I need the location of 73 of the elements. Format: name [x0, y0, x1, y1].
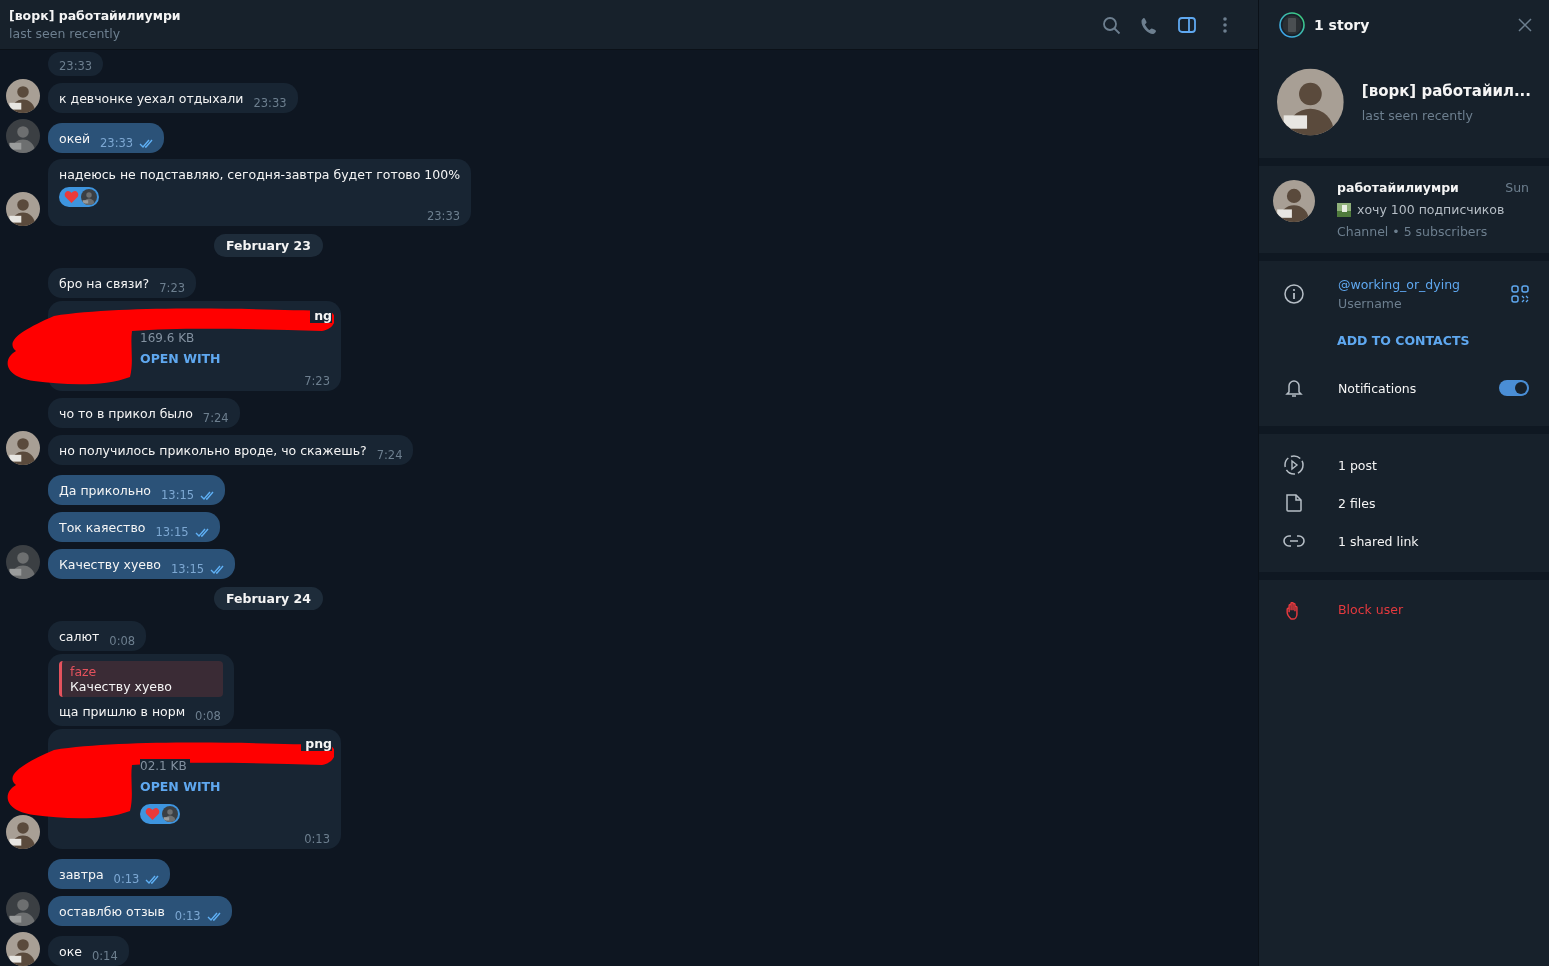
- chat-title: [ворк] работайилиумри: [9, 8, 182, 23]
- file-icon: [1283, 492, 1305, 514]
- open-with-link[interactable]: OPEN WITH: [140, 351, 221, 366]
- message-time: 23:33: [100, 136, 134, 150]
- message-text: надеюсь не подставляю, сегодня-завтра будет готово 100%: [59, 166, 461, 183]
- profile-status: last seen recently: [1361, 107, 1474, 123]
- message-time: 13:15: [155, 525, 189, 539]
- chat-status: last seen recently: [9, 26, 122, 41]
- username-label: Username: [1338, 296, 1403, 311]
- message-time: 0:08: [109, 634, 136, 648]
- close-icon[interactable]: [1517, 17, 1533, 33]
- block-user-link[interactable]: Block user: [1338, 602, 1404, 617]
- date-label: February 23: [214, 234, 324, 257]
- file-name: ng: [310, 308, 332, 323]
- heart-icon: [64, 190, 79, 204]
- message-text: оке: [59, 943, 82, 960]
- message-text: окей: [59, 130, 90, 147]
- bell-icon: [1283, 377, 1305, 399]
- message-time: 7:24: [376, 448, 403, 462]
- message-time: 23:33: [253, 96, 287, 110]
- media-link[interactable]: 1 post: [1338, 457, 1377, 473]
- reply-author: faze: [70, 664, 98, 679]
- story-ring-icon[interactable]: [1279, 12, 1305, 38]
- message-text: Ток каяество: [59, 519, 146, 536]
- message-time: 7:23: [159, 281, 186, 295]
- message-text: салют: [59, 628, 100, 645]
- search-icon[interactable]: [1101, 14, 1121, 35]
- open-with-link[interactable]: OPEN WITH: [140, 779, 221, 794]
- profile-name: [ворк] работайил...: [1361, 81, 1531, 100]
- add-to-contacts-link[interactable]: ADD TO CONTACTS: [1337, 333, 1470, 348]
- info-icon: [1283, 283, 1305, 305]
- reaction-chip[interactable]: [140, 804, 180, 824]
- channel-date: Sun: [1505, 180, 1529, 195]
- message-time: 7:23: [304, 374, 330, 388]
- message-text: чо то в прикол было: [59, 405, 193, 422]
- message-text: оставлбю отзыв: [59, 903, 165, 920]
- message-time: 0:14: [91, 949, 118, 963]
- notifications-toggle[interactable]: [1499, 380, 1529, 396]
- avatar: [162, 806, 178, 822]
- story-label: 1 story: [1314, 17, 1371, 33]
- message-text: ща пришлю в норм: [59, 703, 186, 720]
- message-time: 13:15: [161, 488, 195, 502]
- message-time: 13:15: [171, 562, 205, 576]
- channel-post-preview: хочу 100 подписчиков: [1357, 202, 1505, 217]
- media-link[interactable]: 2 files: [1338, 495, 1376, 511]
- date-label: February 24: [214, 587, 324, 610]
- reply-text: Качеству хуево: [70, 679, 173, 694]
- message-time: 23:33: [426, 209, 461, 223]
- message-time: 0:08: [195, 709, 221, 723]
- avatar: [1273, 180, 1315, 222]
- media-link[interactable]: 1 shared link: [1338, 533, 1419, 549]
- channel-name: работайилиумри: [1337, 180, 1459, 195]
- reaction-chip[interactable]: [59, 187, 99, 207]
- heart-icon: [145, 807, 160, 821]
- avatar: [81, 189, 97, 205]
- message-text: но получилось прикольно вроде, чо скажешь?: [59, 442, 367, 459]
- message-text: к девчонке уехал отдыхали: [59, 90, 244, 107]
- message-time: 7:24: [202, 411, 229, 425]
- message-time: 0:13: [174, 909, 201, 923]
- play-circle-icon: [1283, 454, 1305, 476]
- notifications-label: Notifications: [1338, 380, 1418, 396]
- sidebar-toggle-icon[interactable]: [1177, 14, 1197, 35]
- message-time: 0:13: [304, 832, 330, 846]
- file-size: 02.1 KB: [140, 759, 190, 773]
- username-link[interactable]: @working_or_dying: [1338, 277, 1478, 292]
- message-text: бро на связи?: [59, 275, 150, 292]
- message-time: 0:13: [113, 872, 140, 886]
- channel-info: Channel • 5 subscribers: [1337, 224, 1489, 239]
- message-text: Качеству хуево: [59, 556, 161, 573]
- message-text: завтра: [59, 866, 104, 883]
- message-time: 23:33: [59, 59, 93, 73]
- message-text: Да прикольно: [59, 482, 151, 499]
- qr-code-icon[interactable]: [1511, 285, 1529, 303]
